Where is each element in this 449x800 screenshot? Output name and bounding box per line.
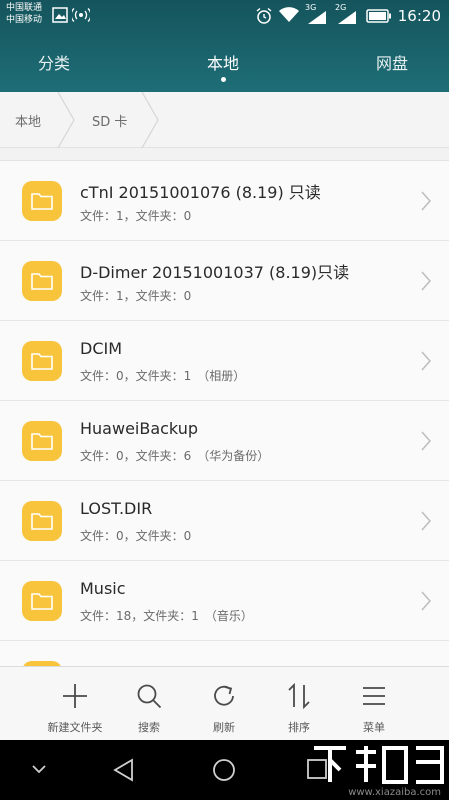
- folder-icon: [22, 501, 62, 541]
- folder-name: cTnI 20151001076 (8.19) 只读: [80, 183, 321, 202]
- folder-icon: [22, 261, 62, 301]
- sort-button[interactable]: 排序: [261, 667, 337, 741]
- active-tab-indicator: [221, 77, 226, 82]
- list-item[interactable]: DCIM 文件：0，文件夹：1 （相册）: [0, 321, 449, 401]
- breadcrumb: 本地 SD 卡: [0, 92, 449, 148]
- folder-name: HuaweiBackup: [80, 419, 198, 438]
- new-folder-label: 新建文件夹: [47, 721, 103, 734]
- tab-local[interactable]: 本地: [207, 50, 239, 74]
- menu-button[interactable]: 菜单: [336, 667, 412, 741]
- folder-name: D-Dimer 20151001037 (8.19)只读: [80, 263, 350, 282]
- folder-meta: 文件：0，文件夹：1 （相册）: [80, 369, 246, 383]
- chevron-right-icon: [421, 271, 431, 291]
- folder-name: Music: [80, 579, 126, 598]
- folder-meta: 文件：0，文件夹：0: [80, 529, 192, 543]
- folder-icon: [22, 421, 62, 461]
- carrier-names: 中国联通 中国移动: [6, 2, 42, 26]
- watermark: www.xiazaiba.com: [306, 742, 449, 800]
- search-label: 搜索: [138, 721, 160, 734]
- signal-icon-2: [338, 11, 356, 24]
- folder-icon: [22, 341, 62, 381]
- breadcrumb-separator-icon: [141, 92, 159, 148]
- plus-icon: [63, 684, 87, 708]
- carrier-1: 中国联通: [6, 3, 43, 13]
- list-item[interactable]: D-Dimer 20151001037 (8.19)只读 文件：1，文件夹：0: [0, 241, 449, 321]
- chevron-right-icon: [421, 191, 431, 211]
- chevron-right-icon: [421, 431, 431, 451]
- chevron-down-icon[interactable]: [30, 762, 48, 776]
- list-item[interactable]: HuaweiBackup 文件：0，文件夹：6 （华为备份）: [0, 401, 449, 481]
- list-item[interactable]: cTnI 20151001076 (8.19) 只读 文件：1，文件夹：0: [0, 161, 449, 241]
- folder-meta: 文件：1，文件夹：0: [80, 209, 192, 223]
- alarm-icon: [256, 7, 272, 24]
- menu-icon: [363, 687, 385, 705]
- carrier-2: 中国移动: [6, 15, 43, 25]
- chevron-right-icon: [421, 351, 431, 371]
- search-icon: [137, 684, 162, 709]
- breadcrumb-local[interactable]: 本地: [15, 111, 41, 130]
- status-bar: 中国联通 中国移动 3G 2G 16:20: [0, 0, 449, 34]
- folder-meta: 文件：18，文件夹：1 （音乐）: [80, 609, 253, 623]
- hotspot-icon: [72, 8, 90, 22]
- home-icon[interactable]: [212, 758, 236, 782]
- search-button[interactable]: 搜索: [111, 667, 187, 741]
- new-folder-button[interactable]: 新建文件夹: [37, 667, 113, 741]
- folder-icon: [22, 181, 62, 221]
- refresh-icon: [214, 685, 234, 706]
- list-item[interactable]: LOST.DIR 文件：0，文件夹：0: [0, 481, 449, 561]
- top-tabs: 分类 本地 网盘: [0, 34, 449, 92]
- wifi-icon: [279, 7, 299, 22]
- list-item[interactable]: Music 文件：18，文件夹：1 （音乐）: [0, 561, 449, 641]
- breadcrumb-sd-card[interactable]: SD 卡: [92, 111, 127, 130]
- chevron-right-icon: [421, 591, 431, 611]
- folder-meta: 文件：0，文件夹：6 （华为备份）: [80, 449, 270, 463]
- sort-label: 排序: [288, 721, 310, 734]
- folder-name: LOST.DIR: [80, 499, 153, 518]
- file-list: cTnI 20151001076 (8.19) 只读 文件：1，文件夹：0 D-…: [0, 160, 449, 666]
- watermark-url: www.xiazaiba.com: [348, 787, 441, 798]
- refresh-button[interactable]: 刷新: [186, 667, 262, 741]
- app-header: 中国联通 中国移动 3G 2G 16:20 分类 本地 网盘: [0, 0, 449, 92]
- signal-icon-1: [308, 11, 326, 24]
- breadcrumb-separator-icon: [57, 92, 75, 148]
- tab-cloud-drive[interactable]: 网盘: [376, 50, 408, 74]
- folder-meta: 文件：1，文件夹：0: [80, 289, 192, 303]
- chevron-right-icon: [421, 511, 431, 531]
- status-time: 16:20: [397, 7, 441, 25]
- watermark-logo-icon: [314, 746, 444, 784]
- image-icon: [52, 7, 68, 23]
- folder-name: DCIM: [80, 339, 123, 358]
- folder-icon: [22, 581, 62, 621]
- tab-category[interactable]: 分类: [38, 50, 70, 74]
- list-item[interactable]: [0, 641, 449, 666]
- bottom-toolbar: 新建文件夹 搜索 刷新 排序 菜单: [0, 666, 449, 740]
- back-icon[interactable]: [112, 758, 136, 782]
- sort-icon: [288, 683, 310, 709]
- menu-label: 菜单: [363, 721, 385, 734]
- refresh-label: 刷新: [213, 721, 235, 734]
- battery-icon: [366, 9, 391, 23]
